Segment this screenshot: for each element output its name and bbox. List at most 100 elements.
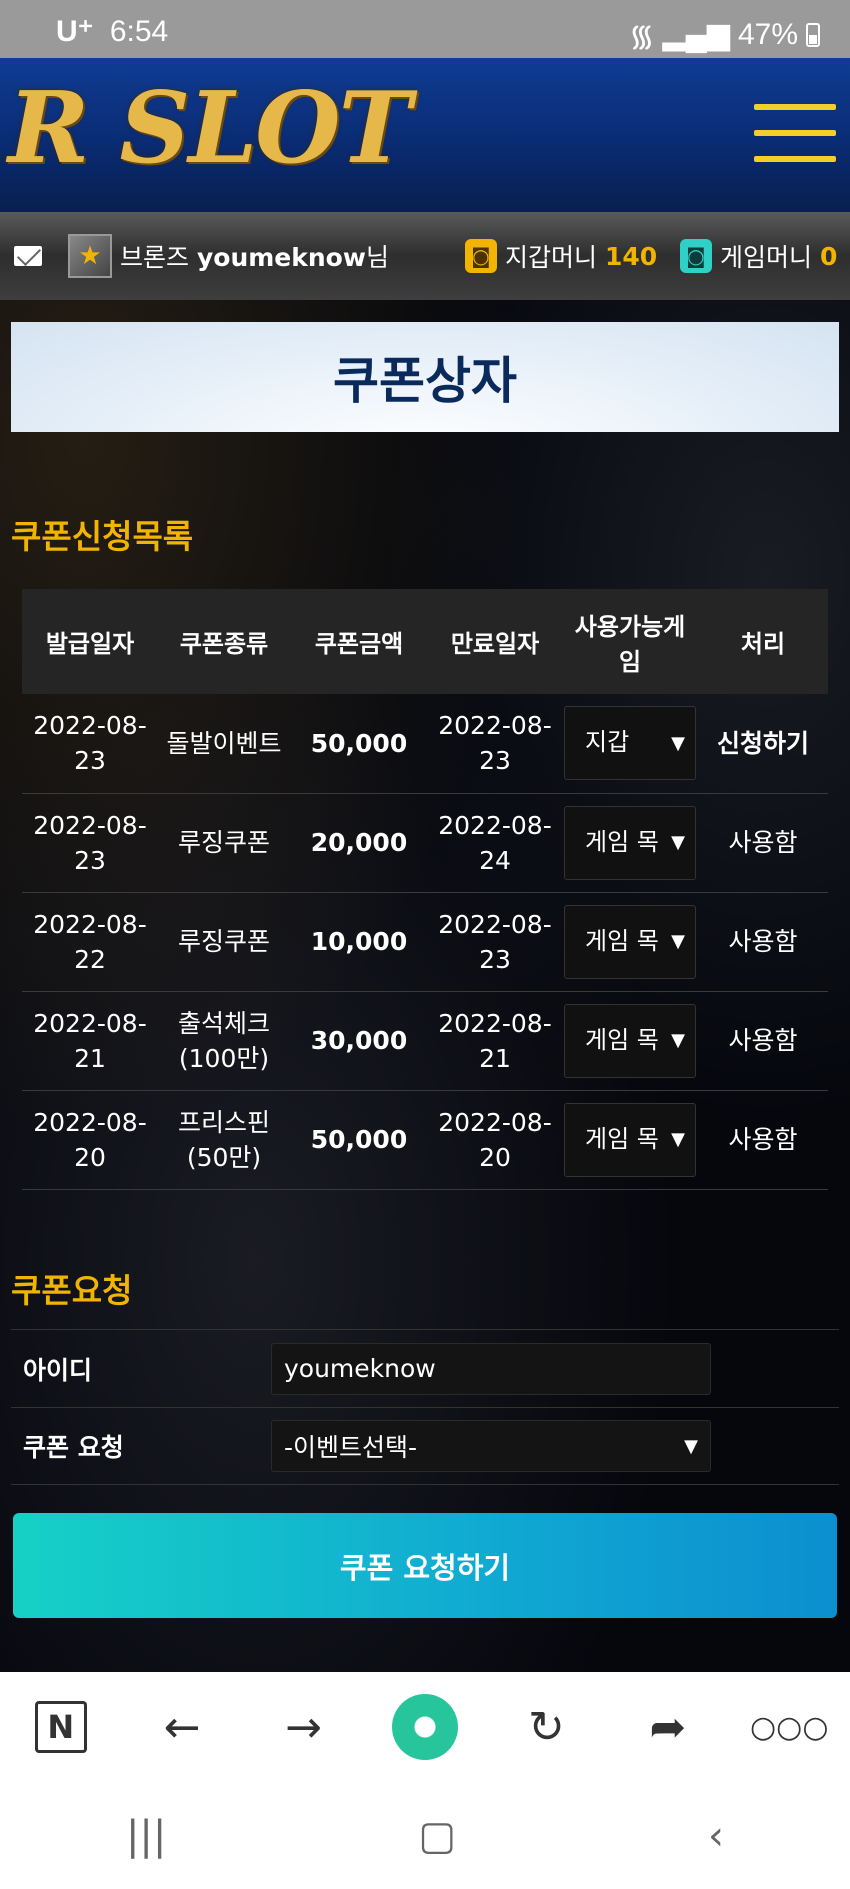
coupon-amount: 10,000 <box>290 892 428 992</box>
game-select-value: 게임 목 <box>585 926 659 955</box>
clock: 6:54 <box>109 15 169 48</box>
system-back-icon[interactable]: ‹ <box>708 1813 724 1859</box>
event-select[interactable]: -이벤트선택- ▼ <box>271 1420 711 1472</box>
header-expires: 만료일자 <box>428 589 562 694</box>
game-select[interactable]: 게임 목 ▼ <box>564 1102 696 1177</box>
game-money-icon: ◙ <box>680 239 712 273</box>
naver-home-icon[interactable]: N <box>26 1692 96 1762</box>
table-row: 2022-08-23 돌발이벤트 50,000 2022-08-23 지갑 ▼ 신… <box>22 694 828 794</box>
signal-icon: ▂▄▆ <box>662 18 730 51</box>
game-cell: 지갑 ▼ <box>562 694 698 794</box>
more-icon[interactable]: ○○○ <box>750 1692 829 1762</box>
coupon-type: 출석체크 (100만) <box>158 991 290 1091</box>
expire-date: 2022-08-24 <box>428 793 562 893</box>
issued-date: 2022-08-22 <box>22 892 158 992</box>
coupon-amount: 50,000 <box>290 1090 428 1190</box>
dropdown-arrow-icon: ▼ <box>684 1435 698 1457</box>
status-bar: U⁺ 6:54 ᯾ ▂▄▆ 47% <box>0 0 850 58</box>
coupon-request-button[interactable]: 쿠폰 요청하기 <box>13 1513 837 1618</box>
rank-label: 브론즈 <box>120 243 190 272</box>
game-select-value: 게임 목 <box>585 827 659 856</box>
wifi-icon: ᯾ <box>629 20 655 53</box>
coupon-type: 돌발이벤트 <box>158 694 290 794</box>
page-title-banner: 쿠폰상자 <box>11 322 839 432</box>
action-status: 사용함 <box>698 793 828 893</box>
hamburger-menu-icon[interactable] <box>754 104 836 166</box>
wallet-money: ◙ 지갑머니 140 <box>465 238 657 274</box>
apply-button[interactable]: 신청하기 <box>698 694 828 794</box>
game-money: ◙ 게임머니 0 <box>680 238 837 274</box>
game-select[interactable]: 게임 목 ▼ <box>564 904 696 979</box>
honorific: 님 <box>365 243 389 272</box>
header-amount: 쿠폰금액 <box>290 589 428 694</box>
coupon-list-table: 발급일자 쿠폰종류 쿠폰금액 만료일자 사용가능게임 처리 2022-08-23… <box>22 589 828 1190</box>
expire-date: 2022-08-23 <box>428 892 562 992</box>
header-type: 쿠폰종류 <box>158 589 290 694</box>
carrier-label: U⁺ <box>56 15 94 48</box>
site-header: R SLOT <box>0 58 850 212</box>
refresh-icon[interactable]: ↻ <box>511 1692 581 1762</box>
id-row: 아이디 youmeknow <box>11 1329 839 1407</box>
coupon-amount: 50,000 <box>290 694 428 794</box>
wallet-icon: ◙ <box>465 239 497 273</box>
coupon-amount: 30,000 <box>290 991 428 1091</box>
status-left: U⁺ 6:54 <box>56 14 168 49</box>
table-header-row: 발급일자 쿠폰종류 쿠폰금액 만료일자 사용가능게임 처리 <box>22 589 828 694</box>
dropdown-arrow-icon: ▼ <box>671 1128 685 1150</box>
expire-date: 2022-08-21 <box>428 991 562 1091</box>
home-icon[interactable]: ▢ <box>418 1813 456 1859</box>
game-money-amount: 0 <box>820 241 838 271</box>
action-status: 사용함 <box>698 991 828 1091</box>
dropdown-arrow-icon: ▼ <box>671 831 685 853</box>
system-nav-bar: ||| ▢ ‹ <box>0 1782 850 1889</box>
id-field[interactable]: youmeknow <box>271 1342 711 1395</box>
coupon-request-title: 쿠폰요청 <box>11 1271 133 1310</box>
issued-date: 2022-08-21 <box>22 991 158 1091</box>
header-game: 사용가능게임 <box>562 589 698 694</box>
game-select[interactable]: 게임 목 ▼ <box>564 805 696 880</box>
dropdown-arrow-icon: ▼ <box>671 930 685 952</box>
coupon-type: 루징쿠폰 <box>158 793 290 893</box>
table-row: 2022-08-21 출석체크 (100만) 30,000 2022-08-21… <box>22 991 828 1091</box>
game-cell: 게임 목 ▼ <box>562 991 698 1091</box>
dropdown-arrow-icon: ▼ <box>671 1029 685 1051</box>
event-select-value: -이벤트선택- <box>284 1433 418 1462</box>
coupon-type: 프리스핀 (50만) <box>158 1090 290 1190</box>
mail-icon[interactable] <box>14 246 42 266</box>
coupon-request-row: 쿠폰 요청 -이벤트선택- ▼ <box>11 1407 839 1485</box>
share-icon[interactable]: ➦ <box>633 1692 703 1762</box>
id-label: 아이디 <box>23 1355 93 1385</box>
table-row: 2022-08-22 루징쿠폰 10,000 2022-08-23 게임 목 ▼ … <box>22 892 828 992</box>
forward-arrow-icon[interactable]: → <box>269 1692 339 1762</box>
back-arrow-icon[interactable]: ← <box>147 1692 217 1762</box>
status-right: ᯾ ▂▄▆ 47% <box>629 14 820 55</box>
action-status: 사용함 <box>698 1090 828 1190</box>
game-cell: 게임 목 ▼ <box>562 1090 698 1190</box>
site-logo[interactable]: R SLOT <box>8 80 412 178</box>
coupon-amount: 20,000 <box>290 793 428 893</box>
battery-percent: 47% <box>737 17 798 51</box>
id-value: youmeknow <box>284 1354 436 1383</box>
wallet-amount: 140 <box>605 241 658 271</box>
header-issued: 발급일자 <box>22 589 158 694</box>
wallet-label: 지갑머니 <box>505 243 598 272</box>
game-cell: 게임 목 ▼ <box>562 793 698 893</box>
recent-apps-icon[interactable]: ||| <box>126 1813 166 1859</box>
page-title: 쿠폰상자 <box>333 352 517 410</box>
browser-toolbar: N ← → ↻ ➦ ○○○ <box>0 1672 850 1782</box>
user-greeting: 브론즈 youmeknow님 <box>120 238 389 274</box>
table-row: 2022-08-20 프리스핀 (50만) 50,000 2022-08-20 … <box>22 1090 828 1190</box>
coupon-type: 루징쿠폰 <box>158 892 290 992</box>
game-select[interactable]: 게임 목 ▼ <box>564 1003 696 1078</box>
game-cell: 게임 목 ▼ <box>562 892 698 992</box>
battery-icon <box>806 22 820 47</box>
game-select-value: 게임 목 <box>585 1124 659 1153</box>
rank-badge-icon: ★ <box>68 234 112 278</box>
dropdown-arrow-icon: ▼ <box>671 732 685 754</box>
issued-date: 2022-08-23 <box>22 793 158 893</box>
header-action: 처리 <box>698 589 828 694</box>
game-select-value: 지갑 <box>585 728 630 757</box>
green-dot-home-icon[interactable] <box>390 1692 460 1762</box>
game-select[interactable]: 지갑 ▼ <box>564 706 696 781</box>
issued-date: 2022-08-20 <box>22 1090 158 1190</box>
